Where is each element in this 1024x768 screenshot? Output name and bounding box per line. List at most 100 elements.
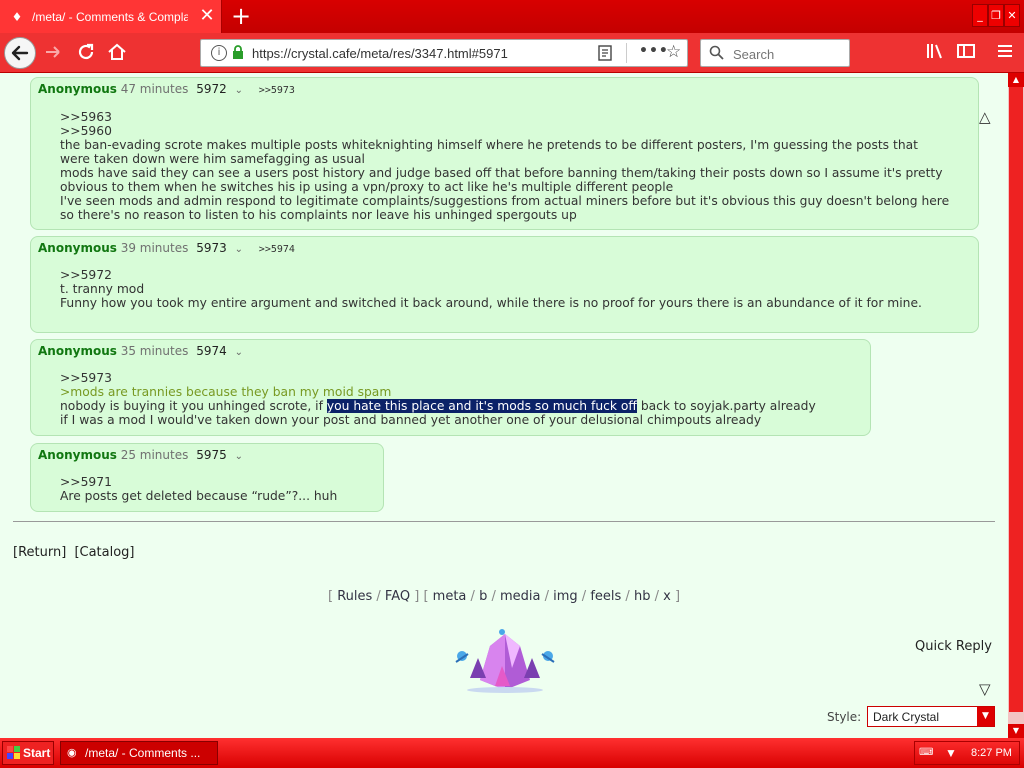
board-link-media[interactable]: media bbox=[500, 589, 541, 604]
board-link-meta[interactable]: meta bbox=[433, 589, 467, 604]
quick-reply-link[interactable]: Quick Reply bbox=[915, 639, 992, 654]
reload-button[interactable] bbox=[75, 41, 97, 63]
back-button[interactable] bbox=[4, 37, 36, 69]
menu-button[interactable] bbox=[994, 41, 1016, 63]
library-icon bbox=[927, 44, 942, 59]
bracket: ] bbox=[410, 589, 420, 604]
post-number-link[interactable]: 5974 bbox=[196, 344, 227, 358]
browser-tab[interactable]: ♦ /meta/ - Comments & Complaints ✕ bbox=[0, 0, 222, 33]
poster-name: Anonymous bbox=[38, 448, 117, 462]
scroll-up-arrow-icon[interactable]: ▲ bbox=[1008, 73, 1024, 87]
post-body: >>5971 Are posts get deleted because “ru… bbox=[60, 475, 380, 503]
separator: / bbox=[372, 589, 385, 604]
poster-name: Anonymous bbox=[38, 344, 117, 358]
separator: / bbox=[466, 589, 480, 604]
scroll-down-arrow-icon[interactable]: ▼ bbox=[1008, 724, 1024, 738]
dropdown-arrow-icon[interactable]: ▼ bbox=[977, 707, 994, 726]
url-text: https://crystal.cafe/meta/res/3347.html#… bbox=[252, 46, 508, 61]
quote-link[interactable]: >>5971 bbox=[60, 475, 380, 489]
network-icon[interactable]: ▼ bbox=[945, 746, 957, 760]
quote-link[interactable]: >>5972 bbox=[60, 268, 950, 282]
new-tab-button[interactable]: + bbox=[229, 4, 253, 28]
library-button[interactable] bbox=[924, 41, 946, 63]
separator: / bbox=[577, 589, 591, 604]
post-menu-chevron-icon[interactable]: ⌄ bbox=[235, 347, 243, 358]
greentext-line: >mods are trannies because they ban my m… bbox=[60, 385, 392, 399]
reply-post: Anonymous 47 minutes 5972 ⌄ >>5973 >>596… bbox=[30, 77, 979, 230]
scroll-to-bottom-icon[interactable]: ▽ bbox=[979, 680, 991, 698]
post-number-link[interactable]: 5975 bbox=[196, 448, 227, 462]
return-link[interactable]: [Return] bbox=[13, 545, 66, 560]
start-button[interactable]: Start bbox=[2, 741, 54, 765]
backlink[interactable]: >>5974 bbox=[259, 244, 295, 255]
address-bar[interactable]: i https://crystal.cafe/meta/res/3347.htm… bbox=[200, 39, 688, 67]
post-body: >>5972 t. tranny mod Funny how you took … bbox=[60, 268, 950, 310]
board-link-faq[interactable]: FAQ bbox=[385, 589, 410, 604]
reader-view-icon[interactable] bbox=[598, 45, 612, 65]
board-link-rules[interactable]: Rules bbox=[337, 589, 372, 604]
post-menu-chevron-icon[interactable]: ⌄ bbox=[235, 451, 243, 462]
board-link-x[interactable]: x bbox=[663, 589, 671, 604]
post-menu-chevron-icon[interactable]: ⌄ bbox=[235, 244, 243, 255]
post-text-line: nobody is buying it you unhinged scrote,… bbox=[60, 399, 860, 413]
text-before-selection: nobody is buying it you unhinged scrote,… bbox=[60, 399, 327, 413]
quote-link[interactable]: >>5960 bbox=[60, 124, 950, 138]
post-text-line: Funny how you took my entire argument an… bbox=[60, 296, 922, 310]
taskbar-window-button[interactable]: ◉ /meta/ - Comments ... bbox=[60, 741, 218, 765]
backlink[interactable]: >>5973 bbox=[259, 85, 295, 96]
catalog-link[interactable]: [Catalog] bbox=[74, 545, 134, 560]
post-number-link[interactable]: 5973 bbox=[196, 241, 227, 255]
vertical-scrollbar[interactable]: ▲ ▼ bbox=[1008, 73, 1024, 738]
clock[interactable]: 8:27 PM bbox=[971, 747, 1012, 759]
scroll-to-top-icon[interactable]: △ bbox=[979, 108, 991, 126]
bookmark-star-icon[interactable]: ☆ bbox=[666, 42, 681, 62]
post-header: Anonymous 47 minutes 5972 ⌄ >>5973 bbox=[38, 81, 295, 99]
style-select[interactable]: Dark Crystal ▼ bbox=[867, 706, 995, 727]
board-link-feels[interactable]: feels bbox=[590, 589, 621, 604]
keyboard-icon[interactable]: ⌨ bbox=[919, 747, 933, 758]
minimize-window-button[interactable]: _ bbox=[972, 4, 988, 27]
post-header: Anonymous 25 minutes 5975 ⌄ bbox=[38, 447, 243, 465]
search-box[interactable] bbox=[700, 39, 850, 67]
board-link-hb[interactable]: hb bbox=[634, 589, 651, 604]
close-tab-icon[interactable]: ✕ bbox=[198, 7, 216, 25]
style-selected-value: Dark Crystal bbox=[873, 710, 940, 724]
close-window-button[interactable]: ✕ bbox=[1004, 4, 1020, 27]
hamburger-menu-icon bbox=[998, 45, 1012, 57]
info-icon[interactable]: i bbox=[211, 45, 227, 61]
bracket: ] bbox=[670, 589, 681, 604]
start-label: Start bbox=[23, 746, 51, 760]
home-button[interactable] bbox=[106, 41, 128, 63]
selected-text: you hate this place and it's mods so muc… bbox=[326, 399, 637, 413]
back-arrow-icon bbox=[11, 45, 29, 61]
restore-window-button[interactable]: ❐ bbox=[988, 4, 1004, 27]
home-icon bbox=[108, 43, 126, 60]
scrollbar-thumb[interactable] bbox=[1009, 87, 1023, 712]
separator: / bbox=[650, 589, 664, 604]
reply-post: Anonymous 35 minutes 5974 ⌄ >>5973 >mods… bbox=[30, 339, 871, 436]
sidebar-button[interactable] bbox=[955, 41, 977, 63]
board-link-img[interactable]: img bbox=[553, 589, 578, 604]
post-text-line: if I was a mod I would've taken down you… bbox=[60, 413, 762, 427]
quote-link[interactable]: >>5963 bbox=[60, 110, 950, 124]
separator: / bbox=[621, 589, 634, 604]
quote-link[interactable]: >>5973 bbox=[60, 371, 860, 385]
sidebar-icon bbox=[957, 44, 975, 58]
post-time: 39 minutes bbox=[120, 241, 189, 255]
post-number-link[interactable]: 5972 bbox=[196, 82, 227, 96]
search-input[interactable] bbox=[731, 44, 845, 64]
forward-arrow-icon bbox=[46, 46, 60, 58]
post-text-line: Are posts get deleted because “rude”?...… bbox=[60, 489, 338, 503]
post-menu-chevron-icon[interactable]: ⌄ bbox=[235, 85, 243, 96]
forward-button[interactable] bbox=[42, 41, 64, 63]
post-time: 47 minutes bbox=[120, 82, 189, 96]
post-header: Anonymous 35 minutes 5974 ⌄ bbox=[38, 343, 243, 361]
system-tray: ⌨ ▼ 8:27 PM bbox=[914, 741, 1020, 765]
reply-post: Anonymous 25 minutes 5975 ⌄ >>5971 Are p… bbox=[30, 443, 384, 512]
separator: / bbox=[540, 589, 554, 604]
thread-links: [Return] [Catalog] bbox=[13, 545, 135, 560]
page-actions-icon[interactable]: ••• bbox=[639, 43, 669, 59]
post-body: >>5973 >mods are trannies because they b… bbox=[60, 371, 860, 427]
firefox-icon: ◉ bbox=[67, 747, 77, 759]
bracket: [ bbox=[419, 589, 433, 604]
